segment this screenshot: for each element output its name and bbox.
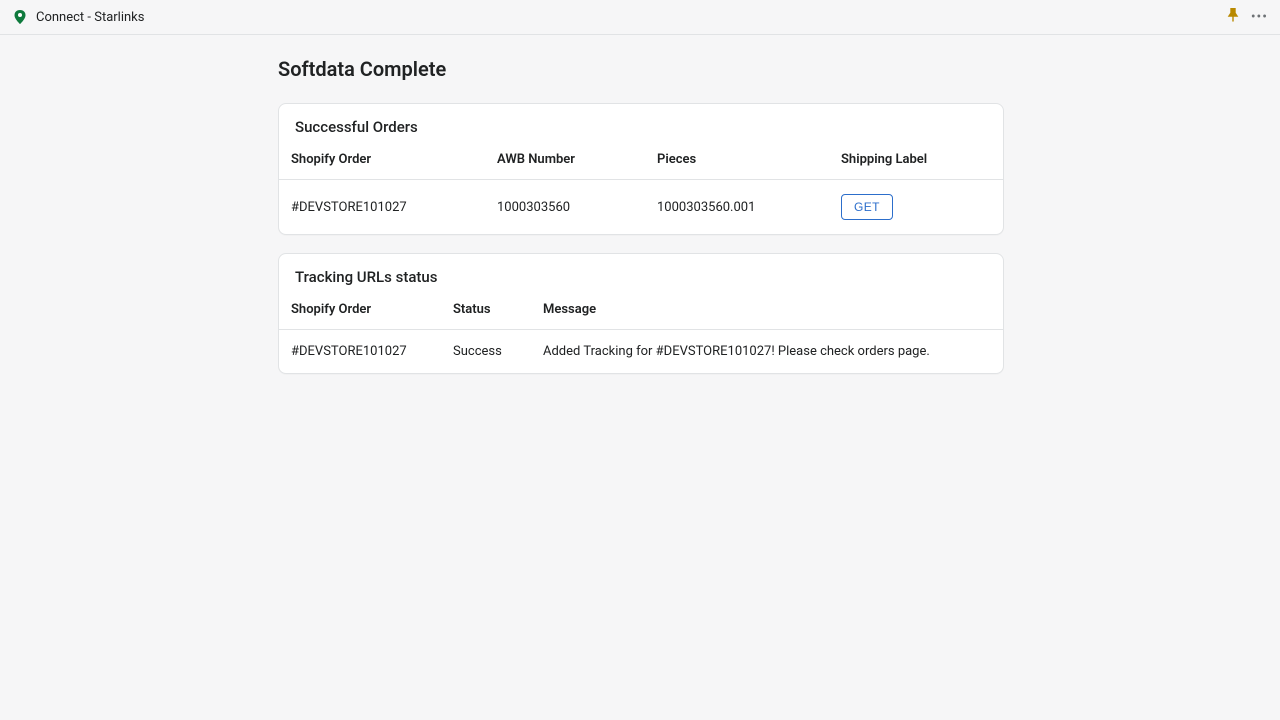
cell-pieces: 1000303560.001: [645, 180, 829, 235]
more-icon[interactable]: •••: [1251, 9, 1268, 25]
main-content: Softdata Complete Successful Orders Shop…: [0, 35, 1280, 374]
tracking-table: Shopify Order Status Message #DEVSTORE10…: [279, 296, 1003, 373]
app-title: Connect - Starlinks: [36, 10, 144, 25]
get-shipping-label-button[interactable]: GET: [841, 194, 893, 220]
successful-orders-card: Successful Orders Shopify Order AWB Numb…: [278, 103, 1004, 235]
cell-shopify-order: #DEVSTORE101027: [279, 180, 485, 235]
page-title: Softdata Complete: [278, 57, 1004, 81]
tracking-urls-card: Tracking URLs status Shopify Order Statu…: [278, 253, 1004, 374]
col-awb-number: AWB Number: [485, 146, 645, 180]
card-header: Tracking URLs status: [279, 254, 1003, 296]
tracking-header-row: Shopify Order Status Message: [279, 296, 1003, 330]
page-container: Softdata Complete Successful Orders Shop…: [278, 57, 1004, 374]
cell-shopify-order: #DEVSTORE101027: [279, 330, 441, 374]
table-row: #DEVSTORE101027 Success Added Tracking f…: [279, 330, 1003, 374]
col-status: Status: [441, 296, 531, 330]
topbar-right: •••: [1227, 8, 1268, 26]
col-shopify-order: Shopify Order: [279, 146, 485, 180]
col-shopify-order: Shopify Order: [279, 296, 441, 330]
card-title: Successful Orders: [295, 118, 987, 136]
card-header: Successful Orders: [279, 104, 1003, 146]
topbar-left: Connect - Starlinks: [12, 9, 144, 25]
orders-table: Shopify Order AWB Number Pieces Shipping…: [279, 146, 1003, 234]
cell-shipping-label: GET: [829, 180, 1003, 235]
topbar: Connect - Starlinks •••: [0, 0, 1280, 35]
orders-header-row: Shopify Order AWB Number Pieces Shipping…: [279, 146, 1003, 180]
col-pieces: Pieces: [645, 146, 829, 180]
app-logo-icon: [12, 9, 28, 25]
col-message: Message: [531, 296, 1003, 330]
card-title: Tracking URLs status: [295, 268, 987, 286]
col-shipping-label: Shipping Label: [829, 146, 1003, 180]
cell-awb-number: 1000303560: [485, 180, 645, 235]
table-row: #DEVSTORE101027 1000303560 1000303560.00…: [279, 180, 1003, 235]
pin-icon[interactable]: [1227, 8, 1239, 26]
cell-message: Added Tracking for #DEVSTORE101027! Plea…: [531, 330, 1003, 374]
cell-status: Success: [441, 330, 531, 374]
